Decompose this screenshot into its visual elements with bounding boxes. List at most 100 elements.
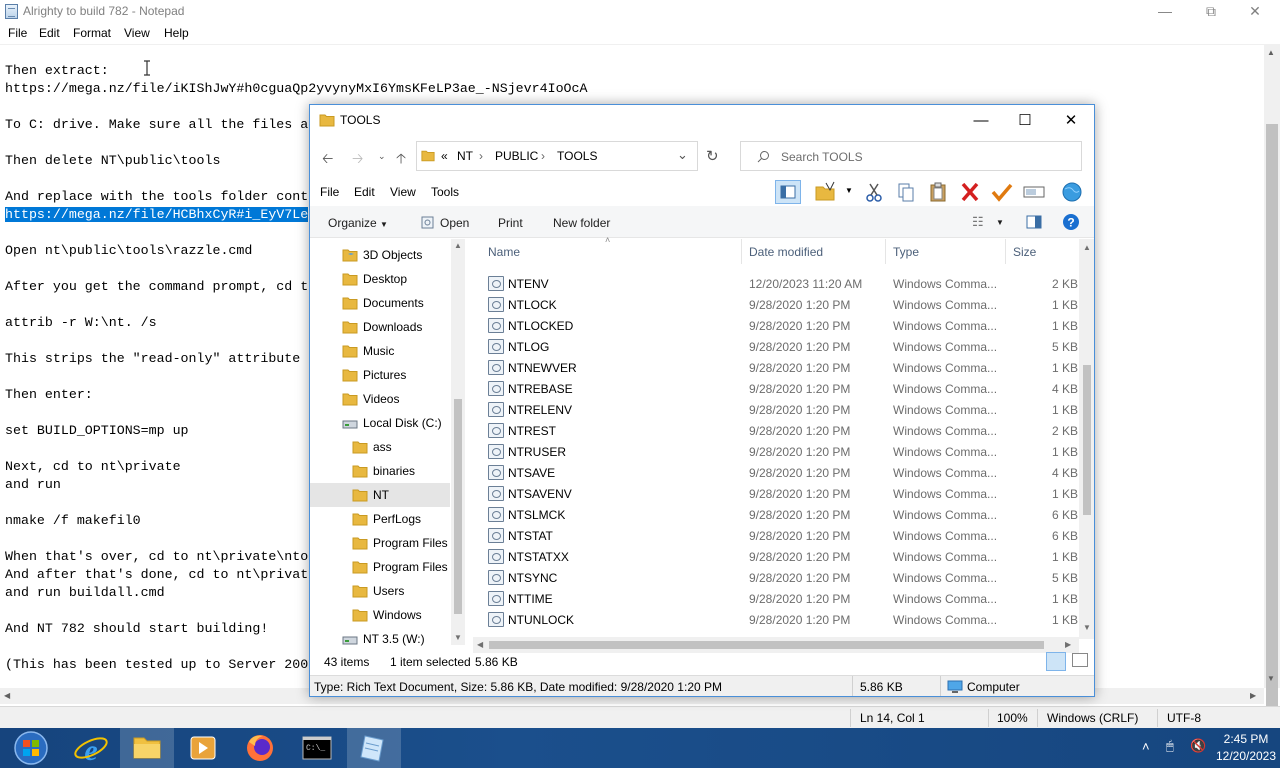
navigation-pane-scrollbar[interactable]: ▲ ▼ xyxy=(451,239,465,645)
close-button[interactable]: ✕ xyxy=(1232,0,1278,23)
menu-help[interactable]: Help xyxy=(164,26,189,40)
nav-item[interactable]: Windows xyxy=(310,603,450,627)
properties-checkmark-icon[interactable] xyxy=(989,180,1015,204)
paste-icon[interactable] xyxy=(925,180,951,204)
network-icon[interactable]: 🖱 xyxy=(1166,738,1174,754)
column-type[interactable]: Type xyxy=(893,245,919,259)
table-row[interactable]: NTNEWVER 9/28/2020 1:20 PM Windows Comma..… xyxy=(473,357,1079,378)
nav-item[interactable]: Pictures xyxy=(310,363,450,387)
nav-item[interactable]: Desktop xyxy=(310,267,450,291)
breadcrumb-nt[interactable]: NT xyxy=(457,149,473,163)
nav-item[interactable]: Program Files xyxy=(310,531,450,555)
scroll-left-arrow-icon[interactable]: ◀ xyxy=(477,640,483,649)
nav-item[interactable]: Program Files ( xyxy=(310,555,455,579)
view-dropdown-icon[interactable]: ▼ xyxy=(996,218,1004,227)
table-row[interactable]: NTRUSER 9/28/2020 1:20 PM Windows Comma...… xyxy=(473,441,1079,462)
column-size[interactable]: Size xyxy=(1013,245,1036,259)
scrollbar-thumb[interactable] xyxy=(454,399,462,614)
scroll-up-arrow-icon[interactable]: ▲ xyxy=(1083,243,1091,252)
menu-file[interactable]: File xyxy=(8,26,27,40)
table-row[interactable]: NTREST 9/28/2020 1:20 PM Windows Comma... 2… xyxy=(473,420,1079,441)
show-hidden-icons-chevron-icon[interactable]: ˄ xyxy=(1142,739,1150,754)
explorer-menu-tools[interactable]: Tools xyxy=(431,185,459,199)
taskbar-file-explorer[interactable] xyxy=(120,728,174,768)
scroll-up-arrow-icon[interactable]: ▲ xyxy=(454,241,462,250)
column-name[interactable]: Name xyxy=(488,245,520,259)
minimize-button[interactable]: — xyxy=(1142,0,1188,23)
table-row[interactable]: NTLOCKED 9/28/2020 1:20 PM Windows Comma..… xyxy=(473,315,1079,336)
explorer-window[interactable]: TOOLS — ☐ ✕ 🡠 🡢 ⌄ 🡡 « NT › PUBLIC › TOOL… xyxy=(309,104,1095,697)
file-list-vertical-scrollbar[interactable]: ▲ ▼ xyxy=(1079,239,1094,639)
notepad-title-bar[interactable]: Alrighty to build 782 - Notepad — ⧉ ✕ xyxy=(0,0,1280,23)
back-arrow-icon[interactable]: 🡠 xyxy=(322,148,333,172)
details-view-icon[interactable] xyxy=(1046,652,1066,671)
cut-icon[interactable] xyxy=(861,180,887,204)
taskbar-notepad[interactable] xyxy=(347,728,401,768)
navigation-pane[interactable]: 3D Objects Desktop Documents Downloads Music… xyxy=(310,239,465,646)
preview-pane-icon[interactable] xyxy=(775,180,801,204)
rename-icon[interactable] xyxy=(1021,180,1047,204)
nav-item[interactable]: Music xyxy=(310,339,450,363)
address-bar[interactable]: « NT › PUBLIC › TOOLS ⌄ xyxy=(416,141,698,171)
nav-item[interactable]: Local Disk (C:) xyxy=(310,411,450,435)
breadcrumb-tools[interactable]: TOOLS xyxy=(557,149,597,163)
search-input[interactable]: Search TOOLS xyxy=(740,141,1082,171)
up-arrow-icon[interactable]: 🡡 xyxy=(396,148,406,172)
help-icon[interactable]: ? xyxy=(1062,213,1080,231)
scrollbar-thumb[interactable] xyxy=(489,641,1044,649)
menu-format[interactable]: Format xyxy=(73,26,111,40)
explorer-minimize-button[interactable]: — xyxy=(958,105,1004,136)
clock-time[interactable]: 2:45 PM xyxy=(1216,732,1276,746)
nav-item[interactable]: NT 3.5 (W:) xyxy=(310,627,450,651)
scroll-down-arrow-icon[interactable]: ▼ xyxy=(1267,674,1275,683)
table-row[interactable]: NTLOG 9/28/2020 1:20 PM Windows Comma... 5 … xyxy=(473,336,1079,357)
delete-icon[interactable] xyxy=(957,180,983,204)
breadcrumb-separator-icon[interactable]: › xyxy=(479,149,483,163)
explorer-menu-edit[interactable]: Edit xyxy=(354,185,375,199)
table-row[interactable]: NTENV 12/20/2023 11:20 AM Windows Comma...… xyxy=(473,273,1079,294)
scroll-up-arrow-icon[interactable]: ▲ xyxy=(1267,48,1275,57)
scroll-right-arrow-icon[interactable]: ▶ xyxy=(1065,640,1071,649)
taskbar-internet-explorer[interactable]: e xyxy=(64,728,118,768)
scroll-down-arrow-icon[interactable]: ▼ xyxy=(454,633,462,642)
preview-pane-toggle-icon[interactable] xyxy=(1026,215,1042,229)
breadcrumb-separator-icon[interactable]: › xyxy=(541,149,545,163)
change-view-icon[interactable]: ☷ xyxy=(972,214,984,230)
column-date-modified[interactable]: Date modified xyxy=(749,245,823,259)
nav-item[interactable]: 3D Objects xyxy=(310,243,450,267)
nav-item[interactable]: Documents xyxy=(310,291,450,315)
table-row[interactable]: NTLOCK 9/28/2020 1:20 PM Windows Comma... 1… xyxy=(473,294,1079,315)
scrollbar-thumb[interactable] xyxy=(1083,365,1091,515)
copy-icon[interactable] xyxy=(893,180,919,204)
organize-button[interactable]: Organize ▼ xyxy=(328,216,388,230)
table-row[interactable]: NTSAVE 9/28/2020 1:20 PM Windows Comma... 4… xyxy=(473,462,1079,483)
open-button[interactable]: Open xyxy=(440,216,469,230)
nav-item[interactable]: binaries xyxy=(310,459,450,483)
breadcrumb-overflow[interactable]: « xyxy=(441,149,448,163)
explorer-maximize-button[interactable]: ☐ xyxy=(1002,105,1048,136)
explorer-menu-view[interactable]: View xyxy=(390,185,416,199)
clock-date[interactable]: 12/20/2023 xyxy=(1213,749,1279,763)
forward-arrow-icon[interactable]: 🡢 xyxy=(352,148,363,172)
nav-item[interactable]: NT xyxy=(310,483,450,507)
table-row[interactable]: NTREBASE 9/28/2020 1:20 PM Windows Comma..… xyxy=(473,378,1079,399)
table-row[interactable]: NTUNLOCK 9/28/2020 1:20 PM Windows Comma..… xyxy=(473,609,1079,630)
explorer-close-button[interactable]: ✕ xyxy=(1048,105,1094,136)
new-folder-button[interactable]: New folder xyxy=(553,216,610,230)
volume-muted-icon[interactable]: 🔇 xyxy=(1190,738,1206,754)
scroll-down-arrow-icon[interactable]: ▼ xyxy=(1083,623,1091,632)
globe-icon[interactable] xyxy=(1059,180,1085,204)
table-row[interactable]: NTSAVENV 9/28/2020 1:20 PM Windows Comma..… xyxy=(473,483,1079,504)
taskbar-firefox[interactable] xyxy=(233,728,287,768)
notepad-vertical-scrollbar[interactable]: ▲ ▼ xyxy=(1264,44,1280,714)
nav-item[interactable]: ass xyxy=(310,435,450,459)
table-row[interactable]: NTSTATXX 9/28/2020 1:20 PM Windows Comma..… xyxy=(473,546,1079,567)
table-row[interactable]: NTRELENV 9/28/2020 1:20 PM Windows Comma..… xyxy=(473,399,1079,420)
print-button[interactable]: Print xyxy=(498,216,523,230)
table-row[interactable]: NTSYNC 9/28/2020 1:20 PM Windows Comma... 5… xyxy=(473,567,1079,588)
menu-edit[interactable]: Edit xyxy=(39,26,60,40)
maximize-button[interactable]: ⧉ xyxy=(1188,0,1234,23)
folder-options-icon[interactable] xyxy=(813,180,839,204)
address-dropdown-chevron-icon[interactable]: ⌄ xyxy=(677,147,688,163)
recent-locations-chevron-icon[interactable]: ⌄ xyxy=(378,151,386,162)
